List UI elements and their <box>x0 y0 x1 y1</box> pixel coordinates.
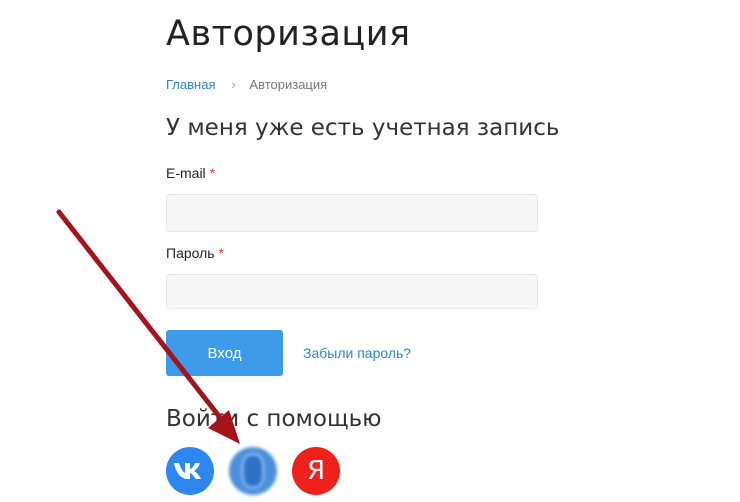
email-label: E-mail * <box>166 164 215 182</box>
breadcrumb-current: Авторизация <box>249 77 328 92</box>
vk-icon <box>174 463 201 479</box>
social-login-heading: Войти с помощью <box>166 406 382 432</box>
blurred-provider-icon <box>241 453 265 489</box>
login-heading: У меня уже есть учетная запись <box>166 115 560 141</box>
blurred-provider-login-button[interactable] <box>229 447 277 495</box>
email-field[interactable] <box>166 194 538 232</box>
login-button[interactable]: Вход <box>166 330 283 376</box>
yandex-icon: Я <box>306 456 326 486</box>
required-mark: * <box>218 245 224 261</box>
password-label-text: Пароль <box>166 245 215 261</box>
required-mark: * <box>209 165 216 181</box>
forgot-password-link[interactable]: Забыли пароль? <box>303 345 411 361</box>
breadcrumb: Главная › Авторизация <box>166 76 327 93</box>
password-label: Пароль * <box>166 244 224 262</box>
password-field[interactable] <box>166 274 538 309</box>
email-label-text: E-mail <box>166 165 206 181</box>
yandex-login-button[interactable]: Я <box>292 447 340 495</box>
vk-login-button[interactable] <box>166 447 214 495</box>
page-title: Авторизация <box>166 14 411 54</box>
breadcrumb-home-link[interactable]: Главная <box>166 77 215 92</box>
breadcrumb-separator-icon: › <box>231 76 236 92</box>
